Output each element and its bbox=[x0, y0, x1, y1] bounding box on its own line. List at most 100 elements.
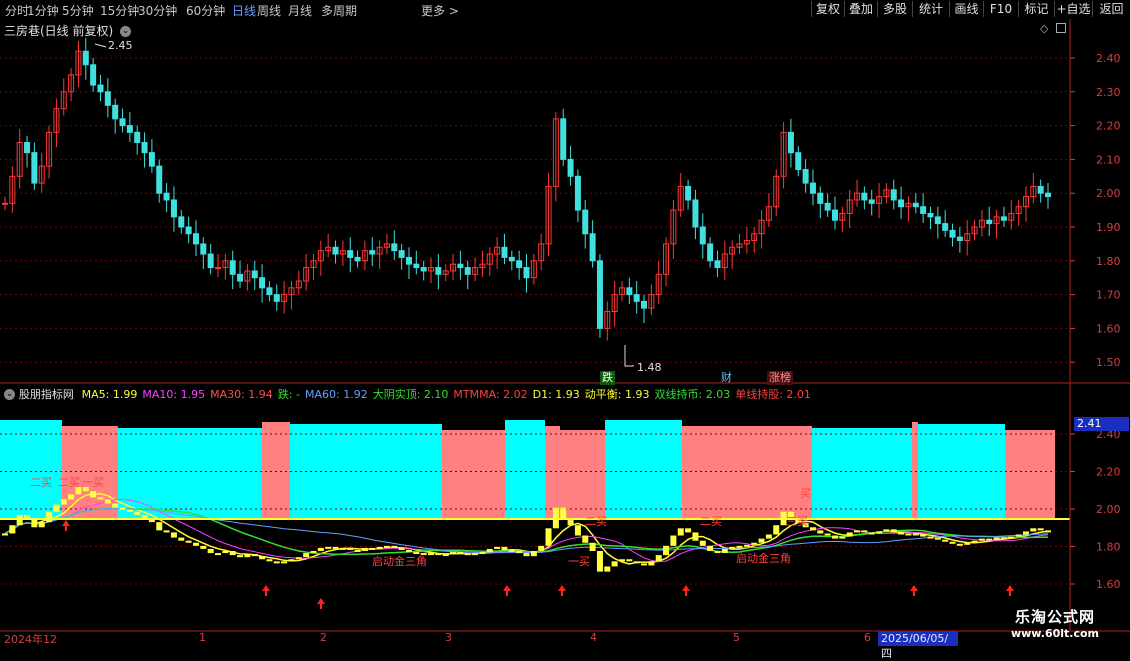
toolbar-button-3[interactable]: 统计 bbox=[912, 1, 949, 17]
indicator-candle bbox=[435, 553, 442, 556]
indicator-candle bbox=[1015, 534, 1022, 537]
indicator-candle bbox=[596, 551, 603, 572]
candle-body bbox=[207, 253, 214, 269]
period-tab-7[interactable]: 周线 bbox=[257, 2, 281, 19]
indicator-value: MTMMA: 2.02 bbox=[453, 388, 528, 401]
period-tab-8[interactable]: 月线 bbox=[288, 2, 312, 19]
indicator-candle bbox=[229, 551, 236, 556]
indicator-candle bbox=[2, 533, 8, 536]
candle-body bbox=[641, 300, 648, 309]
event-tag-fall[interactable]: 跌 bbox=[600, 371, 615, 385]
chevron-down-icon[interactable]: ⌄ bbox=[120, 26, 132, 37]
period-tab-5[interactable]: 60分钟 bbox=[186, 2, 225, 19]
maximize-icon[interactable] bbox=[1056, 23, 1066, 33]
period-tab-1[interactable]: 1分钟 bbox=[27, 2, 59, 19]
signal-label: 二买 bbox=[30, 476, 52, 489]
period-tab-4[interactable]: 30分钟 bbox=[138, 2, 177, 19]
period-tab-0[interactable]: 分时 bbox=[5, 2, 29, 19]
indicator-candle bbox=[1008, 536, 1015, 539]
indicator-candle bbox=[126, 509, 133, 512]
indicator-candle bbox=[905, 533, 912, 536]
candle-body bbox=[956, 236, 963, 242]
indicator-candle bbox=[545, 528, 552, 546]
period-tab-2[interactable]: 5分钟 bbox=[62, 2, 94, 19]
toolbar-button-2[interactable]: 多股 bbox=[877, 1, 912, 17]
indicator-candle bbox=[251, 554, 258, 557]
indicator-header: ⌄ 股朋指标网 MA5: 1.99 MA10: 1.95 MA30: 1.94 跌: … bbox=[4, 386, 816, 402]
indicator-candle bbox=[405, 549, 412, 553]
candle-body bbox=[868, 199, 875, 204]
candle-body bbox=[949, 229, 956, 238]
toolbar-button-8[interactable]: 返回 bbox=[1092, 1, 1130, 17]
signal-band bbox=[1005, 430, 1055, 520]
candle-body bbox=[516, 260, 523, 269]
chevron-down-icon[interactable]: ⌄ bbox=[4, 389, 15, 400]
indicator-candle bbox=[472, 553, 479, 556]
toolbar-button-4[interactable]: 画线 bbox=[949, 1, 983, 17]
toolbar-button-0[interactable]: 复权 bbox=[811, 1, 844, 17]
main-candles bbox=[2, 37, 1051, 367]
candle-body bbox=[24, 142, 31, 154]
period-tab-10[interactable]: 更多 > bbox=[421, 2, 459, 19]
indicator-candle bbox=[464, 553, 471, 556]
period-tab-3[interactable]: 15分钟 bbox=[100, 2, 139, 19]
x-axis-label: 3 bbox=[445, 631, 452, 644]
y-tick-label: 2.00 bbox=[1096, 187, 1121, 200]
indicator-candle bbox=[824, 533, 831, 536]
indicator-name[interactable]: 股朋指标网 bbox=[19, 388, 74, 401]
candle-body bbox=[126, 125, 133, 133]
high-price-label: 2.45 bbox=[108, 39, 133, 52]
indicator-candle bbox=[721, 548, 728, 554]
indicator-candle bbox=[854, 530, 861, 533]
candle-body bbox=[420, 267, 427, 272]
indicator-candle bbox=[1045, 530, 1051, 533]
toolbar-button-1[interactable]: 叠加 bbox=[844, 1, 877, 17]
indicator-candle bbox=[119, 507, 126, 510]
diamond-icon[interactable]: ◇ bbox=[1040, 22, 1048, 35]
candle-body bbox=[237, 273, 244, 282]
period-tab-6[interactable]: 日线 bbox=[232, 2, 256, 19]
indicator-candle bbox=[428, 553, 435, 556]
toolbar-button-5[interactable]: F10 bbox=[983, 1, 1018, 17]
indicator-candle bbox=[707, 545, 714, 551]
indicator-candle bbox=[97, 497, 104, 500]
indicator-candle bbox=[986, 538, 993, 541]
toolbar-button-6[interactable]: 标记 bbox=[1018, 1, 1054, 17]
indicator-candle bbox=[942, 539, 949, 542]
indicator-candle bbox=[361, 547, 368, 551]
kline-chart[interactable]: 2.40 2.30 2.20 2.10 2.00 1.90 1.80 1.70 1.60 1.50… bbox=[0, 19, 1130, 650]
buy-arrow-icon bbox=[1006, 585, 1014, 596]
period-tab-9[interactable]: 多周期 bbox=[321, 2, 357, 19]
indicator-candle bbox=[809, 527, 816, 531]
candle-body bbox=[391, 243, 398, 252]
y-tick-label: 1.60 bbox=[1096, 578, 1121, 591]
signal-band bbox=[0, 420, 62, 520]
candle-body bbox=[707, 243, 714, 262]
indicator-value: MA30: 1.94 bbox=[210, 388, 273, 401]
candle-body bbox=[119, 118, 126, 127]
indicator-candle bbox=[626, 559, 633, 562]
indicator-candle bbox=[317, 547, 324, 551]
indicator-candle bbox=[163, 530, 170, 533]
indicator-candle bbox=[883, 529, 890, 532]
indicator-candle bbox=[890, 529, 897, 533]
indicator-candle bbox=[332, 546, 339, 549]
indicator-candle bbox=[207, 548, 214, 554]
indicator-value: MA5: 1.99 bbox=[81, 388, 138, 401]
signal-label: 一买 bbox=[82, 476, 104, 489]
candle-body bbox=[1045, 192, 1051, 198]
watermark-url: www.60lt.com bbox=[1010, 627, 1100, 640]
buy-arrow-icon bbox=[62, 520, 70, 531]
candle-body bbox=[156, 165, 163, 194]
event-tag-limit-up[interactable]: 涨榜 bbox=[767, 371, 793, 385]
signal-label: 二买 bbox=[58, 476, 80, 489]
candle-body bbox=[633, 294, 640, 302]
event-tag-finance[interactable]: 财 bbox=[719, 371, 734, 385]
main-price-grid bbox=[0, 57, 1070, 363]
indicator-candle bbox=[699, 540, 706, 546]
toolbar-button-7[interactable]: +自选 bbox=[1054, 1, 1092, 17]
indicator-candle bbox=[391, 545, 398, 548]
chart-frame bbox=[0, 19, 1130, 632]
indicator-candle bbox=[831, 535, 838, 539]
indicator-candle bbox=[861, 530, 868, 533]
